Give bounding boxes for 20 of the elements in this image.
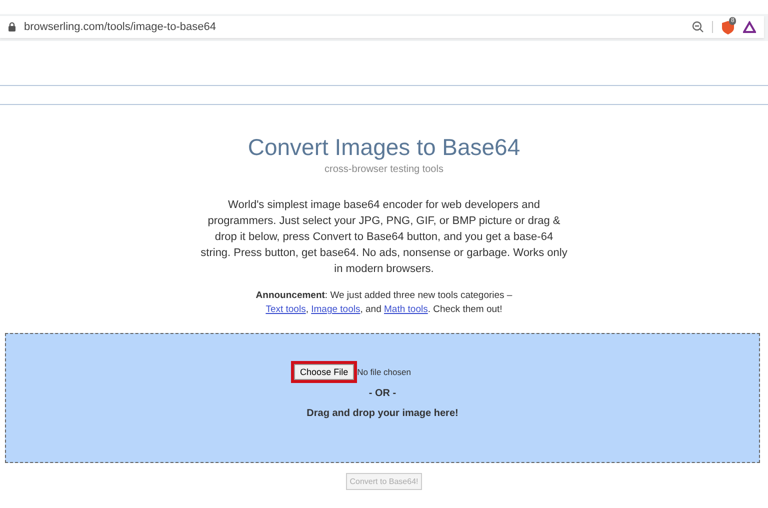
- choose-file-button[interactable]: Choose File: [294, 364, 354, 380]
- announcement-text: . Check them out!: [428, 304, 502, 315]
- tool-link[interactable]: Image tools: [311, 304, 360, 315]
- description-text: World's simplest image base64 encoder for web developers and programmers. Just select your JPG, PNG, GIF, or BMP picture or drag & drop it below, press Convert to Base64 button, and you get a base-64 string. Press button, get base64. No ads, nonsense or garbage. Works only in modern browsers.: [200, 198, 568, 277]
- or-text: - OR -: [368, 388, 396, 399]
- triangle-icon[interactable]: [743, 21, 756, 33]
- zoom-out-icon[interactable]: [692, 21, 704, 33]
- announcement-text: , and: [360, 304, 382, 315]
- drag-drop-text: Drag and drop your image here!: [306, 408, 458, 419]
- page-title: Convert Images to Base64: [246, 133, 522, 161]
- url-text[interactable]: browserling.com/tools/image-to-base64: [24, 21, 216, 33]
- shield-icon[interactable]: [721, 20, 735, 34]
- announcement-text: Announcement: We just added three new tools categories –: [256, 290, 512, 301]
- announcement-text: ,: [306, 304, 308, 315]
- tool-link[interactable]: Math tools: [384, 304, 428, 315]
- tool-link[interactable]: Text tools: [266, 304, 306, 315]
- file-status-text: No file chosen: [357, 367, 411, 377]
- lock-icon: [8, 22, 16, 32]
- page-subtitle: cross-browser testing tools: [324, 164, 444, 175]
- drop-zone[interactable]: Choose File No file chosen - OR - Drag and drop your image here!: [5, 333, 760, 463]
